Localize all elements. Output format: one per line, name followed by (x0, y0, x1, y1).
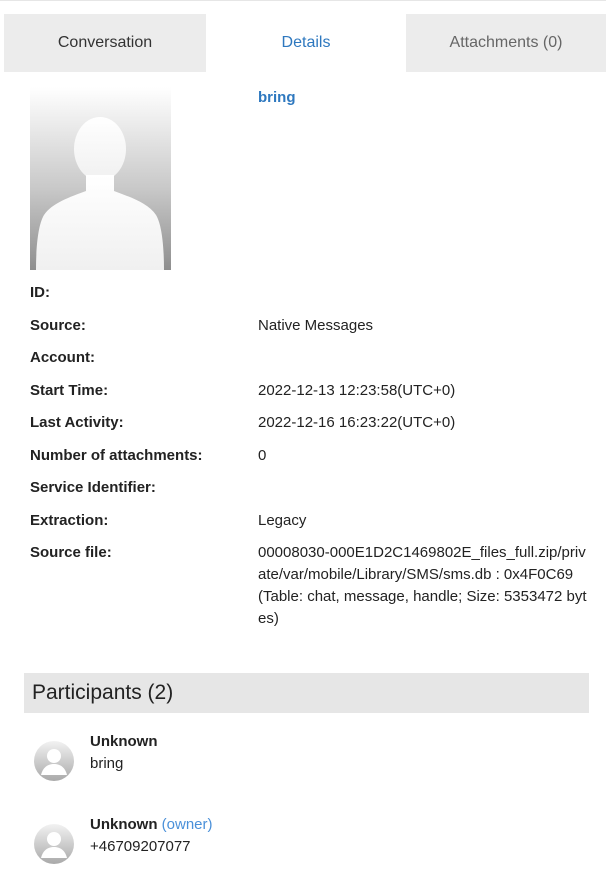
tab-bar: Conversation Details Attachments (0) (4, 14, 606, 72)
detail-label: Source: (30, 316, 86, 334)
detail-label: Service Identifier: (30, 479, 156, 496)
detail-label: Number of attachments: (30, 446, 203, 464)
participant-name: Unknown (90, 733, 158, 750)
participant-name-text: Unknown (90, 733, 158, 750)
participant-name: Unknown (owner) (90, 816, 213, 833)
participant-name-text: Unknown (90, 816, 158, 833)
detail-value: Legacy (258, 511, 307, 529)
detail-row-source: Source: Native Messages (30, 315, 600, 337)
participant-item[interactable]: Unknown bring (32, 733, 532, 783)
person-avatar-icon (34, 741, 74, 781)
tab-conversation[interactable]: Conversation (4, 14, 206, 72)
detail-value: 0 (258, 446, 267, 464)
detail-label: ID: (30, 284, 50, 301)
contact-avatar-icon (30, 87, 171, 270)
detail-row-service-identifier: Service Identifier: (30, 477, 600, 499)
participant-item[interactable]: Unknown (owner) +46709207077 (32, 816, 532, 866)
participant-identifier: +46709207077 (90, 838, 191, 855)
detail-label: Extraction: (30, 511, 109, 529)
detail-value (258, 282, 588, 304)
detail-row-account: Account: (30, 347, 600, 369)
tab-details[interactable]: Details (206, 14, 406, 72)
participant-identifier: bring (90, 755, 124, 772)
detail-row-attachments-count: Number of attachments: 0 (30, 445, 600, 467)
detail-row-source-file: Source file: 00008030-000E1D2C1469802E_f… (30, 542, 600, 630)
detail-row-start-time: Start Time: 2022-12-13 12:23:58(UTC+0) (30, 380, 600, 402)
details-list: ID: Source: Native Messages Account: Sta… (30, 282, 600, 641)
detail-row-last-activity: Last Activity: 2022-12-16 16:23:22(UTC+0… (30, 412, 600, 434)
detail-label: Account: (30, 349, 95, 366)
detail-value: Native Messages (258, 316, 374, 334)
person-avatar-icon (34, 824, 74, 864)
detail-row-extraction: Extraction: Legacy (30, 510, 600, 532)
detail-row-id: ID: (30, 282, 600, 304)
top-border (0, 0, 606, 15)
conversation-title: bring (258, 89, 296, 106)
detail-value: 2022-12-13 12:23:58(UTC+0) (258, 381, 456, 399)
detail-label: Source file: (30, 544, 112, 561)
participants-header: Participants (2) (24, 673, 589, 713)
detail-value (258, 477, 588, 499)
detail-label: Start Time: (30, 381, 109, 399)
owner-badge: (owner) (161, 816, 213, 833)
participants-header-label: Participants (2) (32, 681, 174, 704)
tab-attachments[interactable]: Attachments (0) (406, 14, 606, 72)
detail-value[interactable]: 00008030-000E1D2C1469802E_files_full.zip… (258, 542, 588, 630)
detail-value: 2022-12-16 16:23:22(UTC+0) (258, 414, 456, 431)
detail-label: Last Activity: (30, 414, 124, 431)
detail-value (258, 347, 588, 369)
